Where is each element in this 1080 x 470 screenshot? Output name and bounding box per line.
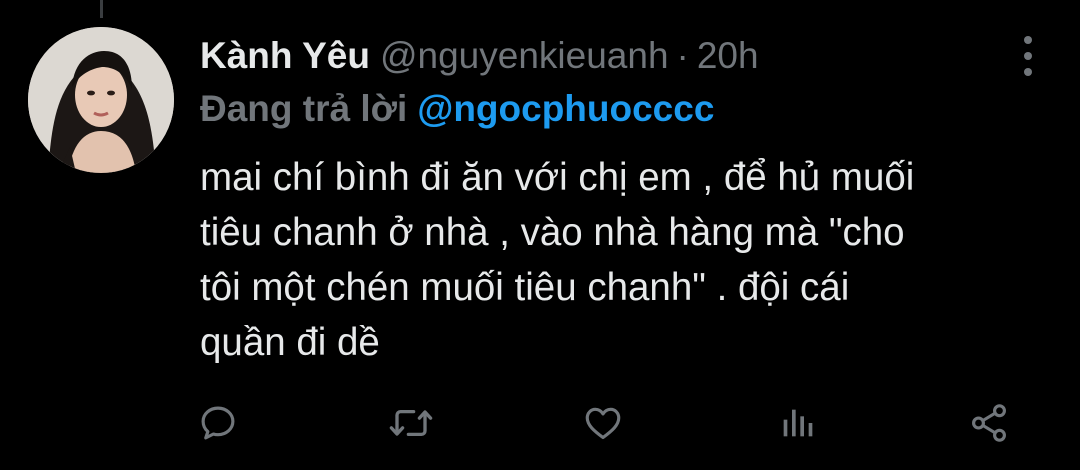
reply-icon [201,406,235,440]
avatar-photo [28,27,174,173]
like-icon [585,407,621,440]
retweet-button[interactable] [388,400,434,446]
tweet-action-bar [0,400,1080,446]
analytics-icon [783,409,813,437]
share-icon [972,404,1006,442]
like-button[interactable] [580,400,626,446]
author-handle[interactable]: @nguyenkieuanh [380,35,669,76]
more-dot-icon [1024,52,1032,60]
replying-to-handle[interactable]: @ngocphuocccc [417,88,714,129]
retweet-icon [389,409,433,437]
share-button[interactable] [966,400,1012,446]
more-options-button[interactable] [1014,36,1042,76]
tweet-timestamp[interactable]: 20h [697,35,759,76]
author-display-name[interactable]: Kành Yêu [200,35,370,76]
more-dot-icon [1024,68,1032,76]
replying-to-label: Đang trả lời [200,88,408,129]
header-separator: · [676,35,689,76]
author-avatar[interactable] [28,27,174,173]
more-dot-icon [1024,36,1032,44]
analytics-button[interactable] [774,400,820,446]
thread-connector-line [100,0,103,18]
reply-button[interactable] [195,400,241,446]
tweet-header: Kành Yêu @nguyenkieuanh · 20h [200,30,1000,82]
tweet-text: mai chí bình đi ăn với chị em , để hủ mu… [200,156,915,364]
replying-to: Đang trả lời @ngocphuocccc [200,84,714,134]
